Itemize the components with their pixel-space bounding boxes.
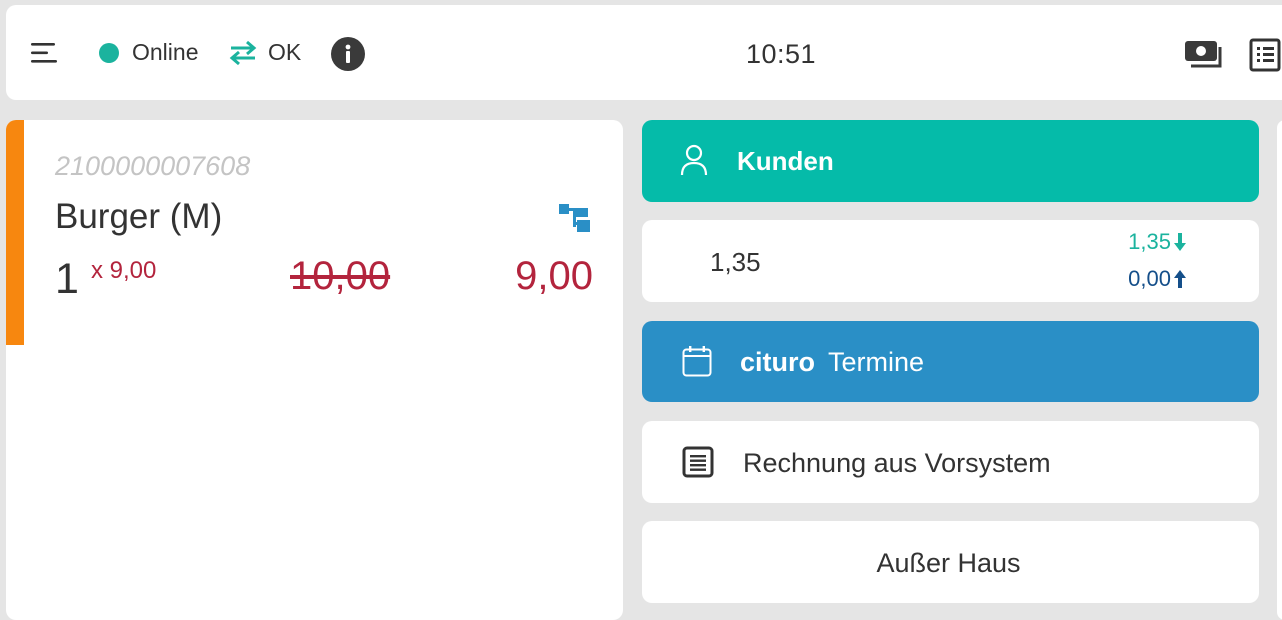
balance-panel[interactable]: 1,35 1,35 0,00 — [642, 220, 1259, 302]
takeaway-button-label: Außer Haus — [642, 548, 1259, 579]
item-unit-price: x 9,00 — [91, 257, 157, 284]
calendar-icon — [682, 346, 712, 377]
user-icon — [680, 144, 708, 176]
invoice-from-previous-system-button[interactable]: Rechnung aus Vorsystem — [642, 421, 1259, 503]
balance-out: 0,00 — [1128, 266, 1187, 292]
item-name: Burger (M) — [55, 197, 223, 236]
menu-icon — [31, 43, 57, 63]
online-dot-icon — [99, 42, 119, 63]
cituro-appointments-label: Termine — [828, 347, 925, 377]
sync-status[interactable]: OK — [228, 39, 301, 66]
top-bar: Online OK 10:51 — [6, 5, 1282, 100]
menu-button[interactable] — [30, 41, 60, 65]
variant-tree-icon[interactable] — [559, 204, 591, 239]
online-status: Online — [99, 39, 198, 66]
invoice-from-previous-system-label: Rechnung aus Vorsystem — [743, 448, 1051, 478]
clock: 10:51 — [746, 39, 817, 69]
info-icon — [331, 37, 365, 71]
customers-button[interactable]: Kunden — [642, 120, 1259, 202]
cash-drawer-button[interactable] — [1183, 39, 1223, 69]
cash-icon — [1185, 41, 1222, 68]
takeaway-text: Außer Haus — [876, 548, 1021, 578]
item-original-price: 10,00 — [290, 254, 391, 298]
sync-status-label: OK — [268, 39, 302, 65]
order-item-card[interactable]: 2100000007608 Burger (M) 1 x 9,00 10,00 … — [6, 120, 623, 620]
info-button[interactable] — [331, 37, 365, 71]
balance-in-value: 1,35 — [1128, 229, 1171, 254]
cituro-brand-label: cituro — [740, 347, 816, 377]
balance-amount: 1,35 — [710, 247, 761, 277]
takeaway-button[interactable]: Außer Haus — [642, 521, 1259, 603]
balance-in: 1,35 — [1128, 229, 1187, 255]
document-icon — [682, 446, 714, 478]
receipt-list-button[interactable] — [1249, 38, 1282, 72]
selection-accent-bar — [6, 120, 24, 345]
item-barcode: 2100000007608 — [55, 151, 251, 181]
receipt-list-icon — [1249, 38, 1281, 72]
balance-out-value: 0,00 — [1128, 266, 1171, 291]
arrow-up-icon — [1174, 270, 1186, 288]
sync-arrows-icon — [229, 40, 257, 65]
arrow-down-icon — [1174, 233, 1186, 251]
customers-button-label: Kunden — [737, 146, 834, 176]
cituro-appointments-button[interactable]: cituro Termine — [642, 321, 1259, 402]
right-panel-edge — [1277, 120, 1282, 620]
item-price: 9,00 — [515, 254, 593, 298]
item-quantity: 1 — [55, 255, 79, 303]
online-status-label: Online — [132, 39, 199, 65]
